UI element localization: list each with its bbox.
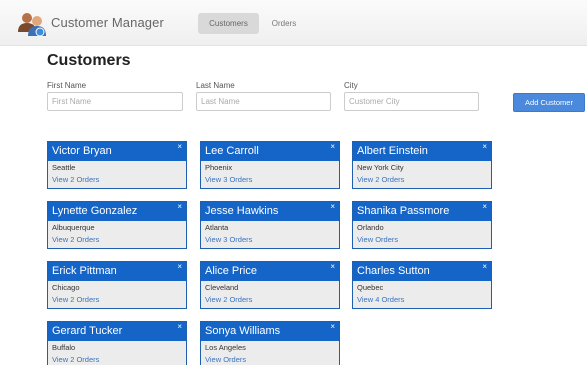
customer-card: Lee Carroll × Phoenix View 3 Orders: [200, 141, 340, 189]
first-name-label: First Name: [47, 81, 87, 90]
city-input[interactable]: [344, 92, 479, 111]
close-icon[interactable]: ×: [330, 197, 335, 216]
customer-city: Seattle: [52, 163, 76, 172]
close-icon[interactable]: ×: [482, 257, 487, 276]
customer-name[interactable]: Shanika Passmore ×: [353, 202, 491, 221]
customer-name[interactable]: Victor Bryan ×: [48, 142, 186, 161]
customer-city: Albuquerque: [52, 223, 95, 232]
view-orders-link[interactable]: View 3 Orders: [201, 233, 339, 245]
close-icon[interactable]: ×: [177, 137, 182, 156]
customer-name-text[interactable]: Lynette Gonzalez: [52, 205, 137, 217]
view-orders-link[interactable]: View 2 Orders: [48, 233, 186, 245]
close-icon[interactable]: ×: [482, 137, 487, 156]
customer-card: Jesse Hawkins × Atlanta View 3 Orders: [200, 201, 340, 249]
customer-name-text[interactable]: Lee Carroll: [205, 145, 259, 157]
close-icon[interactable]: ×: [177, 317, 182, 336]
customer-card: Lynette Gonzalez × Albuquerque View 2 Or…: [47, 201, 187, 249]
view-orders-link[interactable]: View 2 Orders: [48, 353, 186, 365]
customer-name[interactable]: Erick Pittman ×: [48, 262, 186, 281]
customer-name-text[interactable]: Gerard Tucker: [52, 325, 122, 337]
users-logo-icon: [18, 13, 46, 37]
customer-card: Albert Einstein × New York City View 2 O…: [352, 141, 492, 189]
customer-city: Phoenix: [205, 163, 233, 172]
customer-card: Alice Price × Cleveland View 2 Orders: [200, 261, 340, 309]
close-icon[interactable]: ×: [330, 317, 335, 336]
customer-name-text[interactable]: Alice Price: [205, 265, 257, 277]
customer-city: Atlanta: [205, 223, 229, 232]
customer-card: Gerard Tucker × Buffalo View 2 Orders: [47, 321, 187, 365]
close-icon[interactable]: ×: [482, 197, 487, 216]
customer-name-text[interactable]: Jesse Hawkins: [205, 205, 278, 217]
close-icon[interactable]: ×: [330, 257, 335, 276]
customer-manager-page: Customer Manager Customers Orders Custom…: [0, 0, 587, 365]
close-icon[interactable]: ×: [177, 257, 182, 276]
customer-name[interactable]: Charles Sutton ×: [353, 262, 491, 281]
close-icon[interactable]: ×: [177, 197, 182, 216]
customer-name[interactable]: Sonya Williams ×: [201, 322, 339, 341]
first-name-input[interactable]: [47, 92, 183, 111]
customer-city: Orlando: [357, 223, 384, 232]
customer-card: Sonya Williams × Los Angeles View Orders: [200, 321, 340, 365]
customer-card: Victor Bryan × Seattle View 2 Orders: [47, 141, 187, 189]
view-orders-link[interactable]: View 2 Orders: [201, 293, 339, 305]
view-orders-link[interactable]: View 2 Orders: [48, 293, 186, 305]
customer-name[interactable]: Jesse Hawkins ×: [201, 202, 339, 221]
close-icon[interactable]: ×: [330, 137, 335, 156]
customer-city: Cleveland: [205, 283, 239, 292]
view-orders-link[interactable]: View Orders: [201, 353, 339, 365]
customer-name-text[interactable]: Charles Sutton: [357, 265, 430, 277]
view-orders-link[interactable]: View 2 Orders: [353, 173, 491, 185]
page-title: Customers: [47, 52, 131, 69]
nav-tab-orders[interactable]: Orders: [262, 13, 306, 34]
customer-city: Los Angeles: [205, 343, 246, 352]
view-orders-link[interactable]: View 2 Orders: [48, 173, 186, 185]
customer-name-text[interactable]: Albert Einstein: [357, 145, 428, 157]
add-customer-button[interactable]: Add Customer: [513, 93, 585, 112]
customer-name[interactable]: Lee Carroll ×: [201, 142, 339, 161]
customer-name[interactable]: Gerard Tucker ×: [48, 322, 186, 341]
last-name-input[interactable]: [196, 92, 331, 111]
customer-name-text[interactable]: Erick Pittman: [52, 265, 117, 277]
view-orders-link[interactable]: View Orders: [353, 233, 491, 245]
customer-card: Charles Sutton × Quebec View 4 Orders: [352, 261, 492, 309]
customer-name[interactable]: Alice Price ×: [201, 262, 339, 281]
customer-card: Erick Pittman × Chicago View 2 Orders: [47, 261, 187, 309]
customer-card: Shanika Passmore × Orlando View Orders: [352, 201, 492, 249]
customer-city: Chicago: [52, 283, 80, 292]
customer-name-text[interactable]: Shanika Passmore: [357, 205, 449, 217]
customer-city: New York City: [357, 163, 404, 172]
app-brand[interactable]: Customer Manager: [51, 15, 164, 30]
top-navbar: Customer Manager Customers Orders: [0, 0, 587, 46]
nav-tab-customers[interactable]: Customers: [198, 13, 259, 34]
city-label: City: [344, 81, 358, 90]
customer-name-text[interactable]: Sonya Williams: [205, 325, 280, 337]
view-orders-link[interactable]: View 3 Orders: [201, 173, 339, 185]
customer-name-text[interactable]: Victor Bryan: [52, 145, 112, 157]
last-name-label: Last Name: [196, 81, 235, 90]
customer-city: Quebec: [357, 283, 384, 292]
view-orders-link[interactable]: View 4 Orders: [353, 293, 491, 305]
customer-city: Buffalo: [52, 343, 76, 352]
customer-name[interactable]: Lynette Gonzalez ×: [48, 202, 186, 221]
customer-name[interactable]: Albert Einstein ×: [353, 142, 491, 161]
